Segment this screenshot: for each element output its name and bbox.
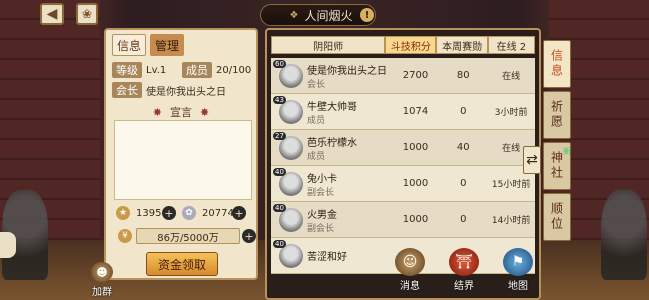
- resource-row: ★ 1395 + ✿ 20774 +: [116, 206, 246, 220]
- level-label: 等级: [112, 62, 142, 78]
- side-tabs: 信息 祈愿 神社 顺位: [543, 40, 571, 244]
- back-arrow-icon: ◀: [46, 6, 58, 22]
- side-tab-pray[interactable]: 祈愿: [543, 91, 571, 139]
- member-status: 3小时前: [494, 108, 528, 118]
- member-score: 2700: [402, 70, 429, 81]
- member-weekly: 80: [456, 70, 470, 81]
- member-table-header: 阴阳师 斗技积分 本周赛勋 在线 2: [271, 36, 536, 54]
- level-row: 等级 Lv.1 成员 20/100: [112, 62, 251, 78]
- member-name: 芭乐柠檬水: [307, 137, 357, 149]
- members-label: 成员: [182, 62, 212, 78]
- fox-statue-right: [601, 190, 647, 280]
- torii-icon: ⛩: [449, 248, 479, 276]
- member-role: 副会长: [307, 187, 335, 198]
- member-name: 使是你我出头之日: [307, 65, 387, 77]
- leader-row: 会长 使是你我出头之日: [112, 82, 226, 98]
- tab-info[interactable]: 信息: [112, 34, 146, 56]
- left-edge-toggle[interactable]: [0, 232, 16, 258]
- member-score: 1000: [402, 178, 429, 189]
- map-pin-icon: ⚑: [503, 248, 533, 276]
- guild-emblem-button[interactable]: ❀: [76, 3, 98, 25]
- side-tab-info[interactable]: 信息: [543, 40, 571, 88]
- messages-icon: ☺: [395, 248, 425, 276]
- side-tab-rank[interactable]: 顺位: [543, 193, 571, 241]
- table-row[interactable]: 40 火男金副会长 1000 0 14小时前: [271, 202, 535, 238]
- member-role: 成员: [307, 115, 326, 126]
- fund-icon: ¥: [118, 229, 132, 243]
- map-button[interactable]: ⚑ 地图: [498, 248, 538, 292]
- info-tabs: 信息 管理: [112, 34, 184, 56]
- top-bar: ◀ ❀ ❖ 人间烟火 !: [0, 0, 649, 28]
- add-res2-button[interactable]: +: [232, 206, 246, 220]
- member-rows: 60 使是你我出头之日 会长 2700 80 在线 43 牛壁大帅哥 成员 1074…: [271, 58, 535, 274]
- member-name: 牛壁大帅哥: [307, 101, 357, 113]
- member-weekly: 0: [460, 214, 467, 225]
- fund-bar: 86万/5000万: [136, 228, 240, 244]
- member-role: 会长: [307, 79, 326, 90]
- material-icon: ✿: [182, 206, 196, 220]
- avatar: 60: [273, 59, 303, 88]
- guild-info-panel: 信息 管理 等级 Lv.1 成员 20/100 会长 使是你我出头之日 ✸ 宣言 ✸…: [104, 28, 258, 280]
- motto-text-box[interactable]: [114, 120, 252, 200]
- claim-funds-button[interactable]: 资金领取: [146, 252, 218, 276]
- title-deco-icon: ❖: [289, 9, 299, 21]
- member-role: 成员: [307, 151, 326, 162]
- swirl-icon: ✸: [200, 106, 210, 119]
- add-fund-button[interactable]: +: [242, 229, 256, 243]
- messages-button[interactable]: ☺ 消息: [390, 248, 430, 292]
- avatar: 40: [273, 167, 303, 196]
- fund-value: 86万/5000万: [157, 232, 219, 244]
- header-weekly[interactable]: 本周赛勋: [436, 36, 488, 54]
- barrier-button[interactable]: ⛩ 结界: [444, 248, 484, 292]
- member-name: 兔小卡: [307, 173, 337, 185]
- members-value: 20/100: [216, 64, 252, 76]
- table-row[interactable]: 60 使是你我出头之日 会长 2700 80 在线: [271, 58, 535, 94]
- swirl-icon: ✸: [152, 106, 162, 119]
- member-status: 15小时前: [491, 180, 531, 190]
- invite-button[interactable]: ☻ 加群: [84, 262, 120, 298]
- leader-label: 会长: [112, 82, 142, 98]
- member-role: 副会长: [307, 223, 335, 234]
- member-score: 1074: [402, 106, 429, 117]
- member-status: 14小时前: [491, 216, 531, 226]
- avatar: 27: [273, 131, 303, 160]
- member-name: 苦涩和好: [307, 252, 347, 263]
- header-player[interactable]: 阴阳师: [271, 36, 386, 54]
- invite-icon: ☻: [91, 262, 113, 282]
- back-button[interactable]: ◀: [40, 3, 64, 25]
- avatar: 40: [273, 239, 303, 268]
- member-score: 1000: [402, 214, 429, 225]
- tab-manage[interactable]: 管理: [150, 34, 184, 56]
- res1-value: 1395: [136, 207, 162, 219]
- member-weekly: 0: [460, 106, 467, 117]
- motto-title: ✸ 宣言 ✸: [152, 106, 210, 119]
- level-value: Lv.1: [146, 64, 167, 76]
- page-title-bar: ❖ 人间烟火: [260, 4, 376, 26]
- page-title: 人间烟火: [304, 8, 353, 23]
- leader-value: 使是你我出头之日: [146, 86, 226, 98]
- info-icon[interactable]: !: [360, 8, 374, 22]
- avatar: 43: [273, 95, 303, 124]
- collapse-panel-button[interactable]: ⇄: [523, 146, 541, 174]
- member-name: 火男金: [307, 209, 337, 221]
- res2-value: 20774: [202, 207, 234, 219]
- member-score: 1000: [402, 142, 429, 153]
- member-weekly: 0: [460, 178, 467, 189]
- table-row[interactable]: 43 牛壁大帅哥成员 1074 0 3小时前: [271, 94, 535, 130]
- table-row[interactable]: 40 兔小卡副会长 1000 0 15小时前: [271, 166, 535, 202]
- new-badge: 新: [563, 147, 571, 156]
- add-res1-button[interactable]: +: [162, 206, 176, 220]
- table-row[interactable]: 27 芭乐柠檬水 成员 1000 40 在线: [271, 130, 535, 166]
- header-online[interactable]: 在线 2: [487, 36, 536, 54]
- member-weekly: 40: [456, 142, 470, 153]
- member-status: 在线: [502, 72, 521, 82]
- avatar: 40: [273, 203, 303, 232]
- guild-emblem-icon: ❀: [81, 7, 93, 21]
- header-pvp-score[interactable]: 斗技积分: [385, 36, 437, 54]
- coin-icon: ★: [116, 206, 130, 220]
